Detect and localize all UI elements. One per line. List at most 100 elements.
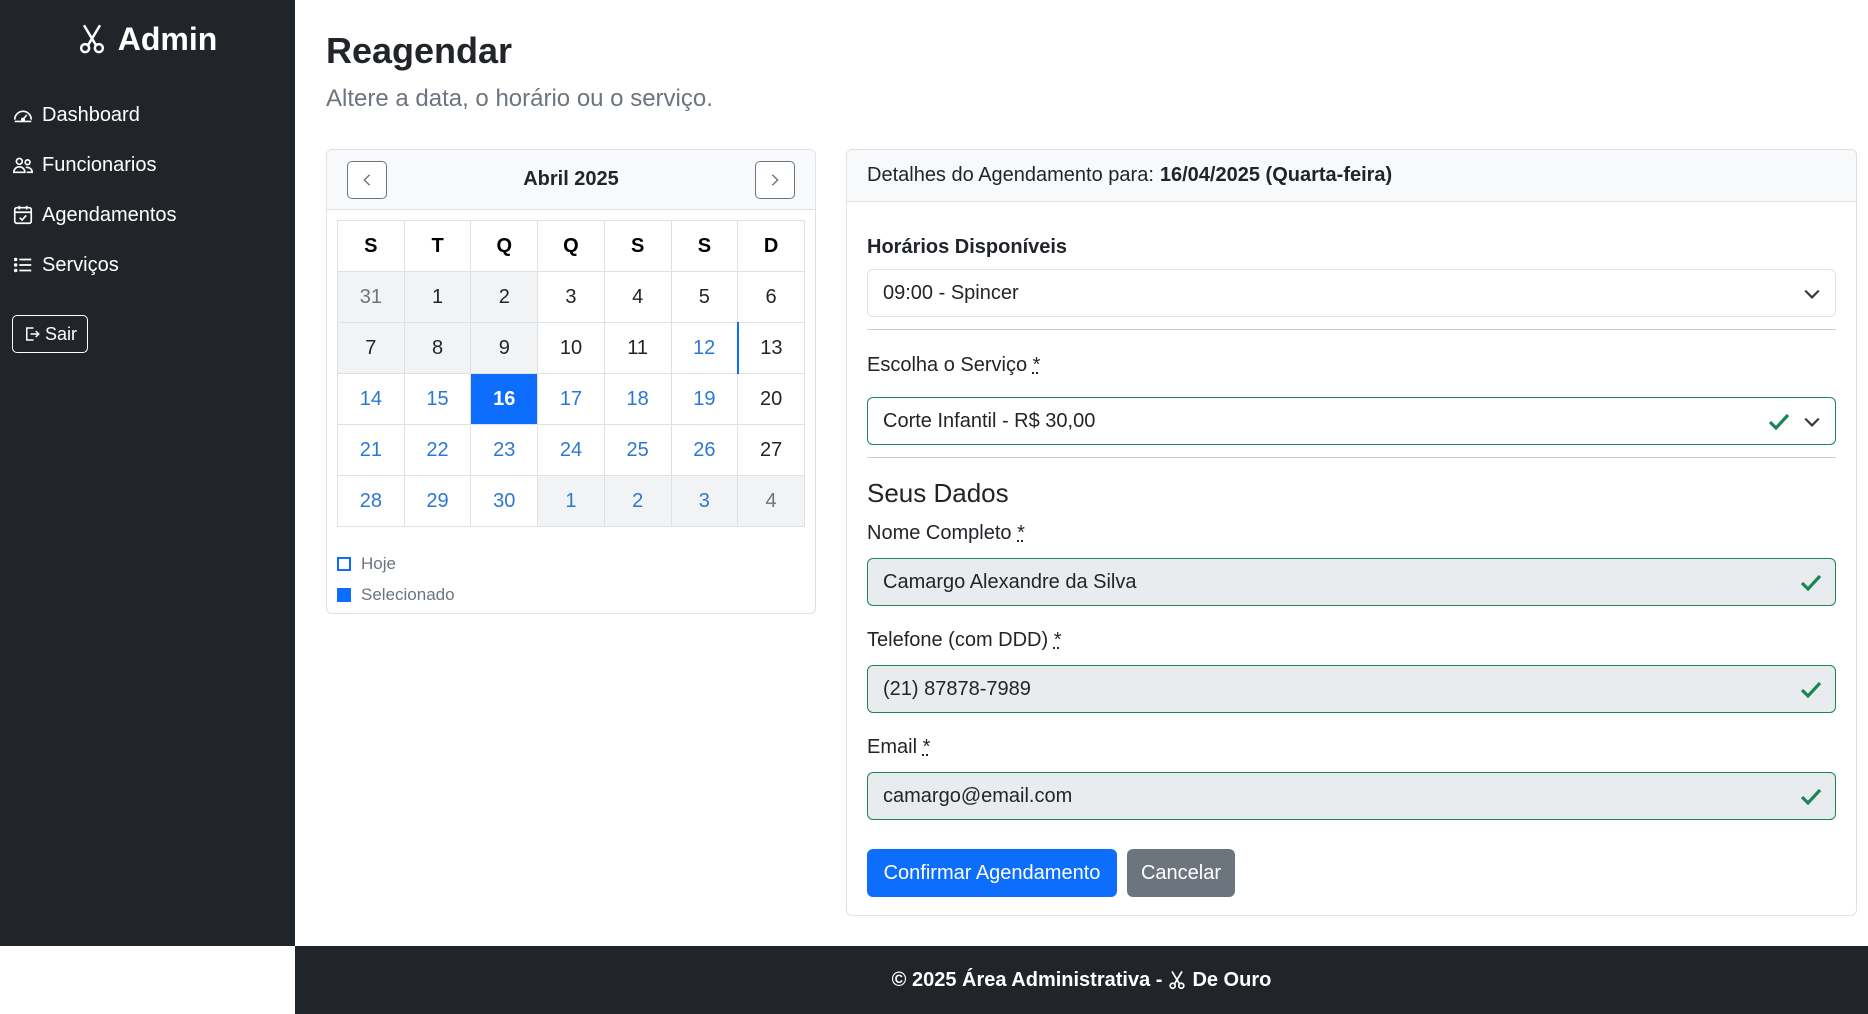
service-value: Corte Infantil - R$ 30,00 [883,409,1096,432]
calendar-day[interactable]: 18 [603,373,672,425]
calendar-day[interactable]: 25 [603,424,672,476]
calendar-day[interactable]: 26 [670,424,739,476]
confirm-button[interactable]: Confirmar Agendamento [867,849,1117,897]
section-title-seus-dados: Seus Dados [867,478,1009,508]
phone-label-text: Telefone (com DDD) [867,629,1049,651]
brand-title: Admin [117,20,218,57]
list-icon [13,257,32,273]
footer-brand: De Ouro [1192,968,1272,991]
page-subtitle: Altere a data, o horário ou o serviço. [326,85,713,112]
calendar-day[interactable]: 19 [670,373,739,425]
calendar-weekday-row: STQQSSD [337,220,805,272]
calendar-grid: STQQSSD 31 1 2 3 4 5 6 7 8 9 10 11 12 13 14 15 16 17 18 19 2… [337,220,805,527]
divider [867,329,1836,330]
appointment-details-card: Detalhes do Agendamento para: 16/04/2025… [846,149,1857,916]
weekday-header: Q [537,220,605,272]
calendar-card: Abril 2025 STQQSSD 31 1 2 3 4 5 6 7 8 9 10 11 12 13 14… [326,149,816,614]
calendar-day: 6 [737,271,805,323]
phone-value: (21) 87878-7989 [883,677,1031,700]
calendar-day[interactable]: 22 [403,424,472,476]
chevron-down-icon [1804,289,1820,299]
service-label: Escolha o Serviço * [867,354,1040,377]
calendar-day-selected[interactable]: 16 [470,373,539,425]
chevron-down-icon [1804,417,1820,427]
calendar-day[interactable]: 3 [670,475,739,527]
sidebar: Admin Dashboard Funcionarios Agendamento… [0,0,295,946]
legend-selected-label: Selecionado [361,584,455,604]
legend-selected: Selecionado [337,579,455,610]
name-value: Camargo Alexandre da Silva [883,570,1137,593]
people-icon [13,157,33,174]
sidebar-item-servicos[interactable]: Serviços [0,240,295,290]
weekday-header: S [337,220,405,272]
main-content: Reagendar Altere a data, o horário ou o … [295,0,1868,946]
required-mark: * [922,736,931,758]
sidebar-item-label: Funcionarios [42,153,157,176]
weekday-header: S [670,220,739,272]
calendar-day[interactable]: 14 [337,373,405,425]
calendar-day[interactable]: 21 [337,424,405,476]
phone-input[interactable]: (21) 87878-7989 [867,665,1836,713]
calendar-day: 11 [603,322,672,374]
email-label: Email * [867,736,930,759]
calendar-day: 31 [337,271,405,323]
required-mark: * [1053,629,1062,651]
calendar-day[interactable]: 1 [537,475,605,527]
calendar-week-row: 21 22 23 24 25 26 27 [337,424,805,476]
service-label-text: Escolha o Serviço [867,354,1028,376]
weekday-header: T [403,220,472,272]
calendar-week-row: 31 1 2 3 4 5 6 [337,271,805,323]
calendar-day[interactable]: 28 [337,475,405,527]
logout-icon [26,327,40,341]
check-icon [1800,681,1822,699]
prev-month-button[interactable] [347,160,387,199]
calendar-week-row: 14 15 16 17 18 19 20 [337,373,805,425]
calendar-header: Abril 2025 [327,150,815,210]
calendar-day[interactable]: 2 [603,475,672,527]
cancel-button[interactable]: Cancelar [1127,849,1235,897]
sidebar-item-agendamentos[interactable]: Agendamentos [0,190,295,240]
calendar-day[interactable]: 17 [537,373,605,425]
calendar-day: 1 [403,271,472,323]
scissors-icon [1169,970,1186,990]
details-header-prefix: Detalhes do Agendamento para: [867,164,1154,186]
calendar-day[interactable]: 30 [470,475,539,527]
legend-selected-swatch [337,587,351,602]
calendar-day[interactable]: 24 [537,424,605,476]
service-select[interactable]: Corte Infantil - R$ 30,00 [867,397,1836,445]
calendar-day: 5 [670,271,739,323]
calendar-day: 20 [737,373,805,425]
calendar-day: 13 [737,322,805,374]
logout-button[interactable]: Sair [12,315,89,353]
sidebar-item-label: Dashboard [42,103,140,126]
calendar-day: 7 [337,322,405,374]
divider [867,457,1836,458]
required-mark: * [1017,522,1025,544]
calendar-day[interactable]: 15 [403,373,472,425]
footer-text: © 2025 Área Administrativa - [891,968,1163,991]
page-title: Reagendar [326,30,513,71]
check-icon [1800,788,1822,806]
speedometer-icon [13,110,33,123]
details-header: Detalhes do Agendamento para: 16/04/2025… [847,150,1856,202]
calendar-week-row: 28 29 30 1 2 3 4 [337,475,805,527]
calendar-day[interactable]: 29 [403,475,472,527]
sidebar-item-label: Agendamentos [42,203,177,226]
name-input[interactable]: Camargo Alexandre da Silva [867,558,1836,606]
next-month-button[interactable] [754,160,795,199]
sidebar-item-funcionarios[interactable]: Funcionarios [0,140,295,190]
calendar-day[interactable]: 12 [670,322,739,374]
chevron-right-icon [771,173,779,186]
email-input[interactable]: camargo@email.com [867,772,1836,820]
calendar-day: 8 [403,322,472,374]
calendar-legend: Hoje Selecionado [337,548,455,610]
brand[interactable]: Admin [0,0,295,78]
calendar-body: 31 1 2 3 4 5 6 7 8 9 10 11 12 13 14 15 16 17 18 19 20 21 22 23 2… [337,271,805,527]
calendar-week-row: 7 8 9 10 11 12 13 [337,322,805,374]
legend-today-swatch [337,556,351,571]
calendar-day[interactable]: 23 [470,424,539,476]
chevron-left-icon [363,173,371,186]
time-slot-select[interactable]: 09:00 - Spincer [867,269,1836,317]
sidebar-item-dashboard[interactable]: Dashboard [0,90,295,140]
scissors-icon [79,24,104,54]
